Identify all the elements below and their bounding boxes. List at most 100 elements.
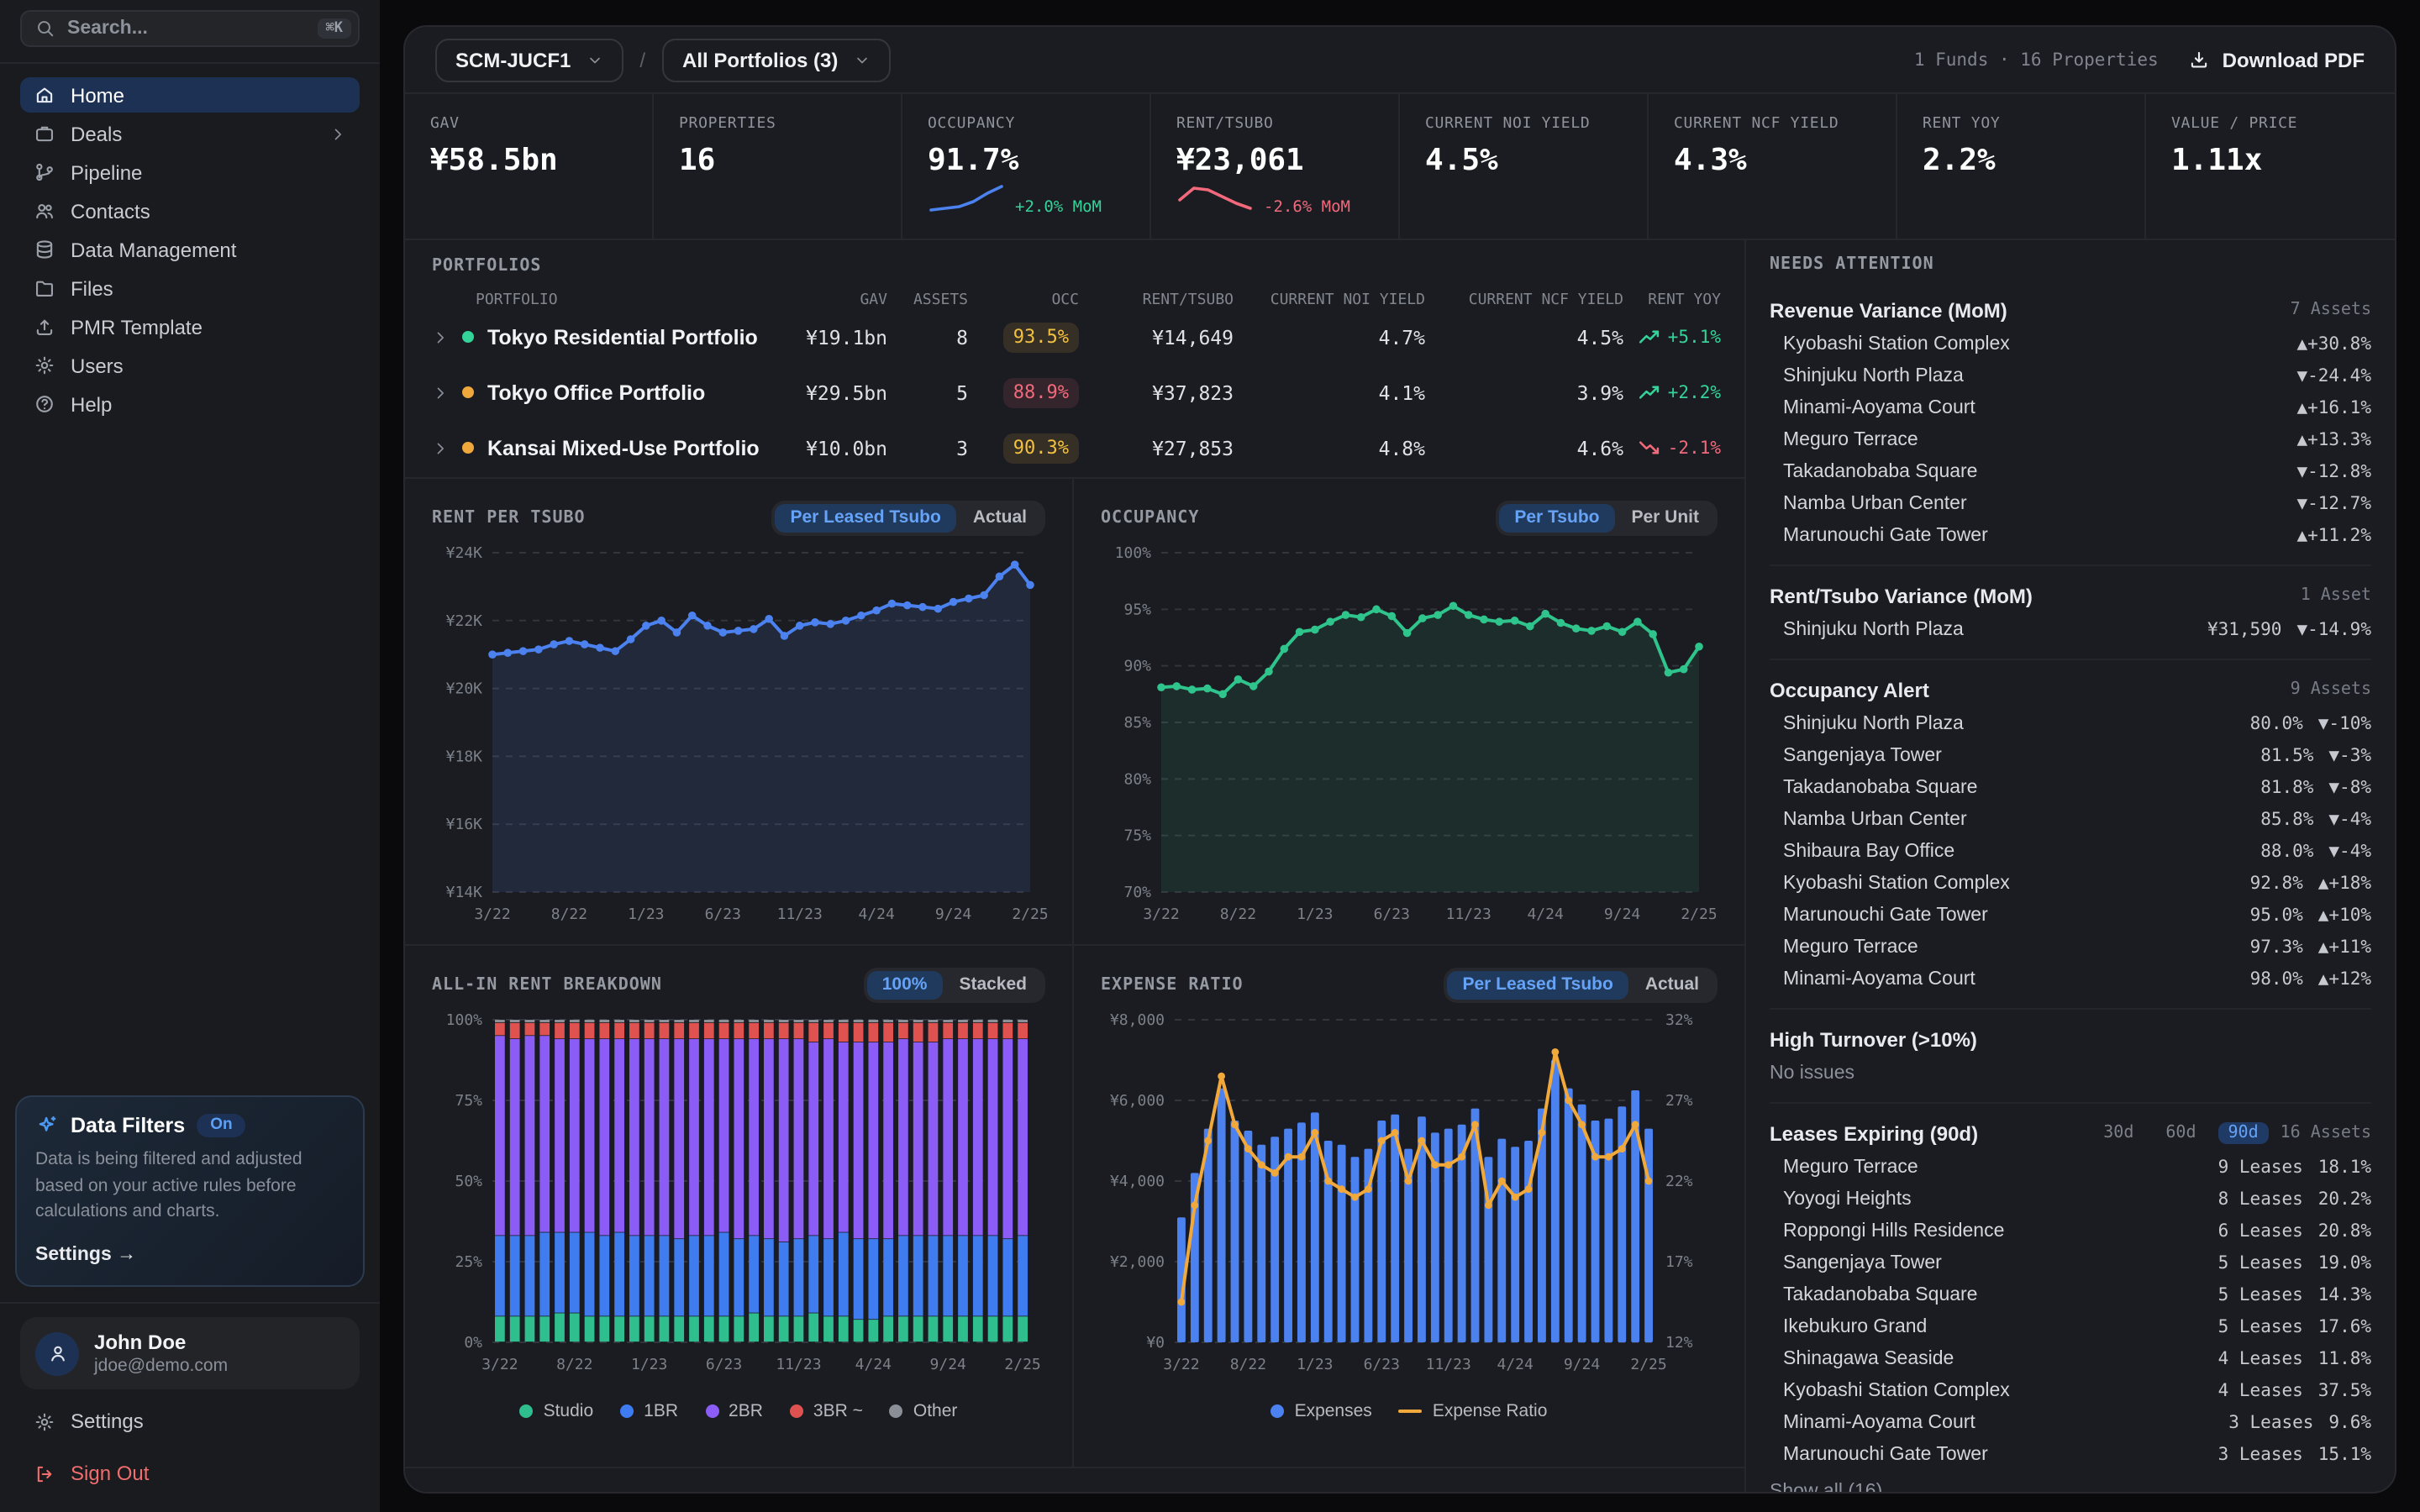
attention-item[interactable]: Sangenjaya Tower81.5%▼-3% [1770, 739, 2371, 771]
attention-item[interactable]: Shibaura Bay Office88.0%▼-4% [1770, 835, 2371, 867]
data-filters-settings-link[interactable]: Settings → [35, 1245, 345, 1265]
dashboard-header: SCM-JUCF1 / All Portfolios (3) 1 Funds ·… [405, 27, 2395, 94]
svg-text:9/24: 9/24 [930, 1356, 966, 1373]
briefcase-icon [34, 123, 55, 144]
range-pill-90d[interactable]: 90d [2218, 1122, 2269, 1144]
legend-label: Expenses [1295, 1401, 1372, 1421]
asset-delta: ▼-12.8% [2296, 461, 2371, 481]
attention-item[interactable]: Shinagawa Seaside4 Leases11.8% [1770, 1342, 2371, 1374]
svg-text:75%: 75% [1123, 827, 1151, 845]
asset-delta: ▲+10% [2318, 905, 2371, 925]
fund-select[interactable]: SCM-JUCF1 [435, 38, 623, 81]
toggle-100-[interactable]: 100% [867, 970, 943, 999]
status-dot [462, 442, 474, 454]
asset-name: Roppongi Hills Residence [1783, 1221, 2004, 1241]
svg-text:6/23: 6/23 [1364, 1356, 1400, 1373]
attention-item[interactable]: Meguro Terrace97.3%▲+11% [1770, 931, 2371, 963]
show-all-link[interactable]: Show all (16) [1770, 1482, 2371, 1494]
toggle-per-leased-tsubo[interactable]: Per Leased Tsubo [775, 503, 955, 532]
sidebar-item-settings[interactable]: Settings [20, 1403, 360, 1440]
chart-title: EXPENSE RATIO [1101, 975, 1244, 994]
attention-item[interactable]: Kyobashi Station Complex92.8%▲+18% [1770, 867, 2371, 899]
attention-item[interactable]: Marunouchi Gate Tower95.0%▲+10% [1770, 899, 2371, 931]
asset-count: 1 Asset [2301, 586, 2371, 605]
asset-delta: 37.5% [2318, 1380, 2371, 1400]
attention-item[interactable]: Roppongi Hills Residence6 Leases20.8% [1770, 1215, 2371, 1247]
svg-text:12%: 12% [1665, 1334, 1693, 1352]
asset-value: 92.8% [2250, 873, 2303, 893]
attention-item[interactable]: Minami-Aoyama Court3 Leases9.6% [1770, 1406, 2371, 1438]
asset-delta: 9.6% [2328, 1412, 2371, 1432]
table-row[interactable]: Kansai Mixed-Use Portfolio¥10.0bn390.3%¥… [432, 420, 1718, 475]
sidebar-item-files[interactable]: Files [20, 270, 360, 306]
attention-item[interactable]: Takadanobaba Square5 Leases14.3% [1770, 1278, 2371, 1310]
sidebar-item-help[interactable]: Help [20, 386, 360, 422]
sidebar-item-data-management[interactable]: Data Management [20, 232, 360, 267]
attention-item[interactable]: Yoyogi Heights8 Leases20.2% [1770, 1183, 2371, 1215]
asset-delta: ▲+16.1% [2296, 397, 2371, 417]
svg-text:8/22: 8/22 [556, 1356, 592, 1373]
attention-item[interactable]: Namba Urban Center85.8%▼-4% [1770, 803, 2371, 835]
range-pill-30d[interactable]: 30d [2093, 1122, 2144, 1144]
attention-item[interactable]: Takadanobaba Square81.8%▼-8% [1770, 771, 2371, 803]
rent-yoy-value: +2.2% [1668, 382, 1721, 402]
toggle-per-tsubo[interactable]: Per Tsubo [1499, 503, 1614, 532]
attention-item[interactable]: Takadanobaba Square▼-12.8% [1770, 455, 2371, 487]
svg-text:8/22: 8/22 [1230, 1356, 1266, 1373]
sidebar-item-users[interactable]: Users [20, 348, 360, 383]
toggle-actual[interactable]: Actual [1630, 970, 1714, 999]
attention-item[interactable]: Meguro Terrace▲+13.3% [1770, 423, 2371, 455]
occupancy-badge: 90.3% [1003, 433, 1079, 463]
attention-item[interactable]: Shinjuku North Plaza▼-24.4% [1770, 360, 2371, 391]
download-pdf-button[interactable]: Download PDF [2189, 48, 2365, 71]
asset-value: 9 Leases [2218, 1157, 2303, 1177]
asset-values: ▲+11.2% [2296, 525, 2371, 545]
upload-icon [34, 316, 55, 338]
asset-values: 92.8%▲+18% [2250, 873, 2371, 893]
toggle-per-unit[interactable]: Per Unit [1616, 503, 1714, 532]
user-card[interactable]: John Doe jdoe@demo.com [20, 1317, 360, 1389]
attention-item[interactable]: Kyobashi Station Complex4 Leases37.5% [1770, 1374, 2371, 1406]
attention-item[interactable]: Minami-Aoyama Court▲+16.1% [1770, 391, 2371, 423]
attention-item[interactable]: Kyobashi Station Complex▲+30.8% [1770, 328, 2371, 360]
sidebar-item-pipeline[interactable]: Pipeline [20, 155, 360, 190]
attention-item[interactable]: Meguro Terrace9 Leases18.1% [1770, 1151, 2371, 1183]
toggle-stacked[interactable]: Stacked [944, 970, 1042, 999]
search-input[interactable]: Search... ⌘K [20, 10, 360, 47]
table-row[interactable]: Tokyo Office Portfolio¥29.5bn588.9%¥37,8… [432, 365, 1718, 420]
portfolio-select[interactable]: All Portfolios (3) [662, 38, 890, 81]
sidebar-item-home[interactable]: Home [20, 77, 360, 113]
sidebar-item-contacts[interactable]: Contacts [20, 193, 360, 228]
attention-item[interactable]: Marunouchi Gate Tower3 Leases15.1% [1770, 1438, 2371, 1470]
asset-name: Shinjuku North Plaza [1783, 365, 1964, 386]
legend-item: Expenses [1271, 1401, 1372, 1421]
attention-section-title: High Turnover (>10%) [1770, 1027, 1977, 1051]
toggle-actual[interactable]: Actual [958, 503, 1042, 532]
svg-text:80%: 80% [1123, 770, 1151, 788]
noi-cell: 4.8% [1234, 436, 1425, 459]
sidebar-item-pmr-template[interactable]: PMR Template [20, 309, 360, 344]
attention-item[interactable]: Ikebukuro Grand5 Leases17.6% [1770, 1310, 2371, 1342]
chart-toggle: Per Leased TsuboActual [771, 500, 1045, 535]
svg-text:3/22: 3/22 [474, 906, 510, 923]
range-pill-60d[interactable]: 60d [2155, 1122, 2206, 1144]
kpi-value: 4.3% [1674, 143, 1882, 178]
attention-item[interactable]: Minami-Aoyama Court98.0%▲+12% [1770, 963, 2371, 995]
svg-text:2/25: 2/25 [1681, 906, 1716, 923]
occupancy-badge: 93.5% [1003, 322, 1079, 352]
sign-out-button[interactable]: Sign Out [20, 1455, 360, 1492]
sidebar-item-deals[interactable]: Deals [20, 116, 360, 151]
chart-legend: Studio1BR2BR3BR ~Other [432, 1391, 1045, 1431]
svg-text:¥8,000: ¥8,000 [1110, 1011, 1165, 1029]
attention-item[interactable]: Sangenjaya Tower5 Leases19.0% [1770, 1247, 2371, 1278]
attention-section-header: Rent/Tsubo Variance (MoM)1 Asset [1770, 578, 2371, 613]
toggle-per-leased-tsubo[interactable]: Per Leased Tsubo [1447, 970, 1628, 999]
data-filters-on-badge: On [197, 1114, 245, 1137]
needs-attention-title: NEEDS ATTENTION [1770, 255, 2371, 274]
attention-item[interactable]: Shinjuku North Plaza¥31,590▼-14.9% [1770, 613, 2371, 645]
attention-item[interactable]: Marunouchi Gate Tower▲+11.2% [1770, 519, 2371, 551]
attention-item[interactable]: Shinjuku North Plaza80.0%▼-10% [1770, 707, 2371, 739]
attention-item[interactable]: Namba Urban Center▼-12.7% [1770, 487, 2371, 519]
table-row[interactable]: Tokyo Residential Portfolio¥19.1bn893.5%… [432, 309, 1718, 365]
kpi-gav: GAV¥58.5bn [405, 94, 654, 239]
